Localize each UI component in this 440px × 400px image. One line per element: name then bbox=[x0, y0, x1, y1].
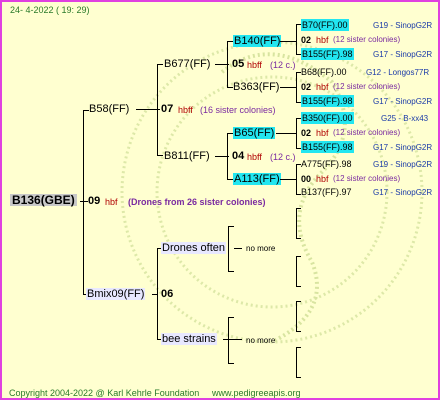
b811-year: 04 bbox=[232, 150, 245, 162]
g4-a775-line: G19 - SinopG2R bbox=[373, 160, 433, 169]
footer-copyright: Copyright 2004-2022 @ Karl Kehrle Founda… bbox=[9, 388, 200, 398]
g4-b70-line: G19 - SinopG2R bbox=[373, 21, 433, 30]
g4-b155-b-line: G17 - SinopG2R bbox=[373, 97, 433, 106]
b677-note: (12 c.) bbox=[270, 60, 296, 70]
grandmother-b811[interactable]: B811(FF) bbox=[164, 150, 210, 162]
b811-note: (12 c.) bbox=[270, 152, 296, 162]
g4-b155-b[interactable]: B155(FF).98 bbox=[301, 95, 354, 107]
g4-b155-c-line: G17 - SinopG2R bbox=[373, 143, 433, 152]
g4-b350[interactable]: B350(FF).00 bbox=[301, 112, 354, 124]
great-grandmother-b363[interactable]: B363(FF) bbox=[233, 81, 279, 93]
g4-row5-note: (12 sister colonies) bbox=[333, 82, 401, 91]
b58-year: 07 bbox=[161, 103, 174, 115]
great-grandmother-a113[interactable]: A113(FF) bbox=[233, 173, 281, 185]
g4-row5-year: 02 bbox=[301, 82, 312, 92]
g4-a775[interactable]: A775(FF).98 bbox=[301, 158, 352, 170]
great-grandmother-b65[interactable]: B65(FF) bbox=[233, 127, 276, 139]
g4-b68[interactable]: B68(FF).00 bbox=[301, 66, 347, 78]
g4-row11-note: (12 sister colonies) bbox=[333, 174, 401, 183]
g4-b350-line: G25 - B-xx43 bbox=[381, 114, 429, 123]
bee-strains-label: bee strains bbox=[161, 333, 217, 345]
footer-url[interactable]: www.pedigreeapis.org bbox=[212, 387, 301, 398]
root-year: 09 bbox=[88, 195, 101, 207]
g4-row2-note: (12 sister colonies) bbox=[333, 35, 401, 44]
drones-often-label: Drones often bbox=[161, 242, 226, 254]
b677-year: 05 bbox=[232, 58, 245, 70]
g4-b68-line: G12 - Longos77R bbox=[366, 68, 430, 77]
father-year: 06 bbox=[161, 288, 174, 300]
b58-note: (16 sister colonies) bbox=[200, 105, 276, 115]
root-tag: hbf bbox=[105, 197, 118, 207]
g4-row8-tag: hbf bbox=[316, 128, 329, 138]
g4-row11-tag: hbf bbox=[316, 174, 329, 184]
g4-b70[interactable]: B70(FF).00 bbox=[301, 19, 349, 31]
pedigree-panel: 24- 4-2022 ( 19: 29) B136(GBE) 09 hbf (D… bbox=[0, 0, 440, 400]
g4-b155-c[interactable]: B155(FF).98 bbox=[301, 141, 354, 153]
g4-row8-year: 02 bbox=[301, 128, 312, 138]
grandmother-b677[interactable]: B677(FF) bbox=[164, 58, 210, 70]
root-note: (Drones from 26 sister colonies) bbox=[128, 197, 266, 207]
g4-b155-a[interactable]: B155(FF).98 bbox=[301, 48, 354, 60]
g4-row2-year: 02 bbox=[301, 35, 312, 45]
father-source[interactable]: Bmix09(FF) bbox=[86, 288, 146, 300]
header-date: 24- 4-2022 ( 19: 29) bbox=[10, 5, 90, 15]
b677-tag: hbff bbox=[247, 60, 262, 70]
g4-row5-tag: hbf bbox=[316, 82, 329, 92]
mother-queen[interactable]: B58(FF) bbox=[89, 103, 129, 115]
root-queen[interactable]: B136(GBE) bbox=[10, 194, 77, 206]
g4-b137-line: G17 - SinopG2R bbox=[373, 188, 433, 197]
g4-row8-note: (12 sister colonies) bbox=[333, 128, 401, 137]
g4-row11-year: 00 bbox=[301, 174, 312, 184]
b58-tag: hbff bbox=[178, 105, 193, 115]
root-name: B136(GBE) bbox=[12, 193, 75, 207]
great-grandmother-b140[interactable]: B140(FF) bbox=[233, 35, 282, 47]
g4-row2-tag: hbf bbox=[316, 35, 329, 45]
g4-b137[interactable]: B137(FF).97 bbox=[301, 186, 352, 198]
b811-tag: hbff bbox=[247, 152, 262, 162]
no-more-lower: no more bbox=[246, 336, 276, 345]
no-more-upper: no more bbox=[246, 244, 276, 253]
g4-b155-a-line: G17 - SinopG2R bbox=[373, 50, 433, 59]
